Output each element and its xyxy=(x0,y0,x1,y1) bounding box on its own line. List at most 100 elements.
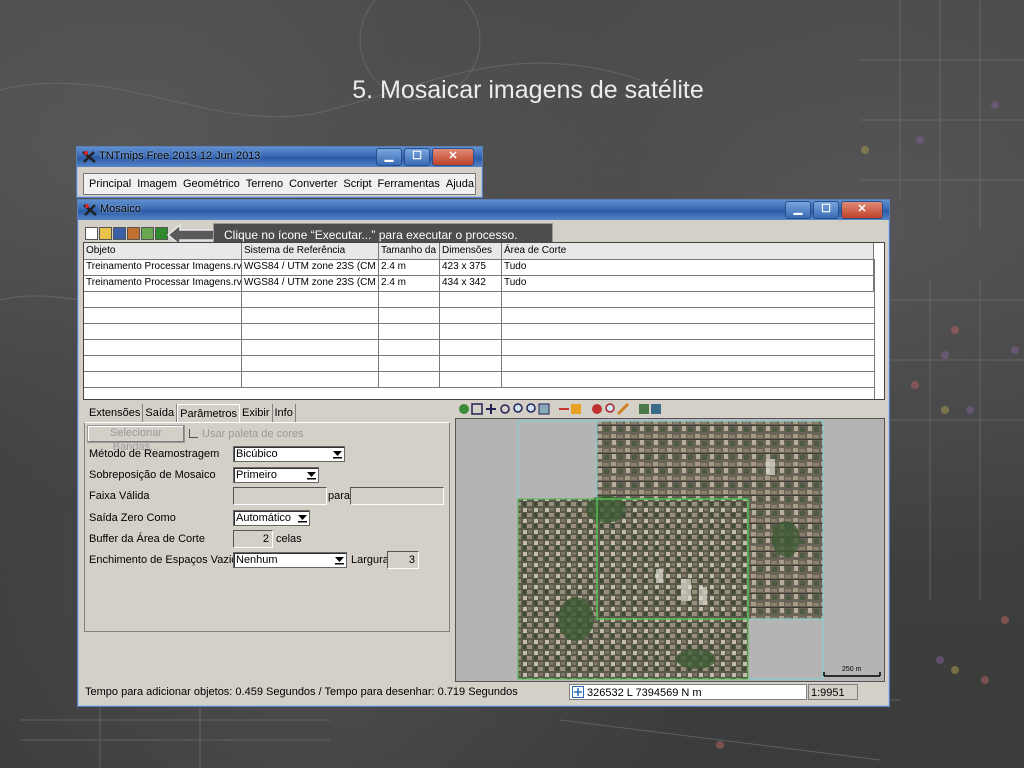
valid-range-min-input[interactable] xyxy=(233,487,327,505)
pan-icon xyxy=(486,404,496,414)
tab-saida[interactable]: Saída xyxy=(143,404,178,423)
overlap-label: Sobreposição de Mosaico xyxy=(89,469,216,481)
fill-value: Nenhum xyxy=(236,554,278,566)
tntmips-titlebar[interactable]: TNTmips Free 2013 12 Jun 2013 ▁ ☐ ✕ xyxy=(77,147,482,167)
overlap-select[interactable]: Primeiro xyxy=(233,467,319,483)
select-bands-button[interactable]: Selecionar Bandas... xyxy=(87,425,185,453)
table-row[interactable]: Treinamento Processar Imagens.rvc WGS84 … xyxy=(84,275,874,292)
menu-terreno[interactable]: Terreno xyxy=(243,174,286,194)
menu-converter[interactable]: Converter xyxy=(286,174,340,194)
table-header: Objeto Sistema de Referência Tamanho da … xyxy=(84,243,874,260)
buffer-label: Buffer da Área de Corte xyxy=(89,533,205,545)
coords-value: 326532 L 7394569 N m xyxy=(587,687,702,699)
cell-objeto: Treinamento Processar Imagens.rvc xyxy=(84,275,242,291)
table-row-empty xyxy=(84,307,874,324)
table-row-empty xyxy=(84,339,874,356)
close-button[interactable]: ✕ xyxy=(841,201,883,219)
menu-script[interactable]: Script xyxy=(340,174,374,194)
layer-controls-icon xyxy=(639,404,649,414)
table-row-empty xyxy=(84,323,874,340)
menu-geometrico[interactable]: Geométrico xyxy=(180,174,243,194)
table-row-empty xyxy=(84,291,874,308)
fill-select[interactable]: Nenhum xyxy=(233,552,347,568)
minimize-button[interactable]: ▁ xyxy=(785,201,811,219)
table-scrollbar[interactable] xyxy=(874,259,884,399)
tab-exibir[interactable]: Exibir xyxy=(240,404,273,423)
save-icon[interactable] xyxy=(113,227,126,240)
new-file-icon[interactable] xyxy=(85,227,98,240)
cell-area: Tudo xyxy=(502,275,874,291)
edit-icon[interactable] xyxy=(127,227,140,240)
layers-icon[interactable] xyxy=(141,227,154,240)
tntmips-title: TNTmips Free 2013 12 Jun 2013 xyxy=(99,150,261,162)
col-sistema[interactable]: Sistema de Referência xyxy=(242,243,379,259)
table-row[interactable]: Treinamento Processar Imagens.rvc WGS84 … xyxy=(84,259,874,276)
valid-range-label: Faixa Válida xyxy=(89,490,150,502)
stop-icon xyxy=(592,404,602,414)
cell-dimensoes: 434 x 342 xyxy=(440,275,502,291)
refresh-icon xyxy=(459,404,469,414)
parameters-panel: Extensões Saída Parâmetros Exibir Info S… xyxy=(84,402,451,634)
valid-range-to-label: para xyxy=(328,490,351,502)
minimize-button[interactable]: ▁ xyxy=(376,148,402,166)
fill-label: Enchimento de Espaços Vazios xyxy=(89,554,243,566)
cell-sistema: WGS84 / UTM zone 23S (CM -45) xyxy=(242,259,379,275)
buffer-input[interactable]: 2 xyxy=(233,530,273,548)
tab-parametros[interactable]: Parâmetros xyxy=(177,404,240,423)
crosshair-icon[interactable] xyxy=(572,686,584,698)
tab-info[interactable]: Info xyxy=(273,404,296,423)
mosaic-title: Mosaico xyxy=(100,203,141,215)
use-palette-checkbox[interactable] xyxy=(189,429,198,438)
status-scale: 1:9951 xyxy=(808,684,858,700)
col-tamanho[interactable]: Tamanho da xyxy=(379,243,440,259)
menu-principal[interactable]: Principal xyxy=(84,174,134,194)
open-folder-icon[interactable] xyxy=(99,227,112,240)
col-area-corte[interactable]: Área de Corte xyxy=(502,243,874,259)
cell-dimensoes: 423 x 375 xyxy=(440,259,502,275)
zoom-out-icon xyxy=(526,403,536,413)
use-palette-label: Usar paleta de cores xyxy=(202,428,304,440)
maximize-button[interactable]: ☐ xyxy=(813,201,839,219)
mosaic-titlebar[interactable]: Mosaico ▁ ☐ ✕ xyxy=(78,200,889,220)
menu-imagem[interactable]: Imagem xyxy=(134,174,180,194)
maximize-button[interactable]: ☐ xyxy=(404,148,430,166)
cell-objeto: Treinamento Processar Imagens.rvc xyxy=(84,259,242,275)
tntmips-window: TNTmips Free 2013 12 Jun 2013 ▁ ☐ ✕ Prin… xyxy=(76,146,483,198)
status-coords: 326532 L 7394569 N m xyxy=(569,684,807,700)
legend-icon xyxy=(651,404,661,414)
table-row-empty xyxy=(84,371,874,388)
zoom-layer-icon xyxy=(538,403,550,415)
chevron-down-icon xyxy=(335,557,344,565)
zero-output-value: Automático xyxy=(236,512,292,524)
zero-output-select[interactable]: Automático xyxy=(233,510,310,526)
menu-ferramentas[interactable]: Ferramentas xyxy=(375,174,443,194)
cell-area: Tudo xyxy=(502,259,874,275)
col-dimensoes[interactable]: Dimensões xyxy=(440,243,502,259)
zoom-box-icon xyxy=(500,404,510,414)
mosaic-logo-icon xyxy=(83,204,97,216)
cell-sistema: WGS84 / UTM zone 23S (CM -45) xyxy=(242,275,379,291)
tab-extensoes[interactable]: Extensões xyxy=(87,404,144,423)
buffer-unit: celas xyxy=(276,533,302,545)
sketch-icon xyxy=(616,402,630,416)
zero-output-label: Saída Zero Como xyxy=(89,512,176,524)
cell-tamanho: 2.4 m xyxy=(379,259,440,275)
gps-icon xyxy=(605,403,615,413)
tntmips-logo-icon xyxy=(82,151,96,163)
chevron-down-icon xyxy=(298,515,307,523)
menu-ajuda[interactable]: Ajuda xyxy=(443,174,477,194)
resample-value: Bicúbico xyxy=(236,448,278,460)
col-objeto[interactable]: Objeto xyxy=(84,243,242,259)
image-tile-bottom xyxy=(518,499,748,679)
chevron-down-icon xyxy=(307,472,316,480)
valid-range-max-input[interactable] xyxy=(350,487,444,505)
resample-select[interactable]: Bicúbico xyxy=(233,446,345,462)
slide-title: 5. Mosaicar imagens de satélite xyxy=(352,76,704,104)
mosaic-view[interactable]: 250 m xyxy=(455,418,885,682)
panel-tabs: Extensões Saída Parâmetros Exibir Info xyxy=(87,404,296,423)
fullview-icon xyxy=(471,403,483,415)
status-bar: Tempo para adicionar objetos: 0.459 Segu… xyxy=(83,684,883,700)
close-button[interactable]: ✕ xyxy=(432,148,474,166)
select-icon xyxy=(571,404,581,414)
width-input[interactable]: 3 xyxy=(387,551,419,569)
